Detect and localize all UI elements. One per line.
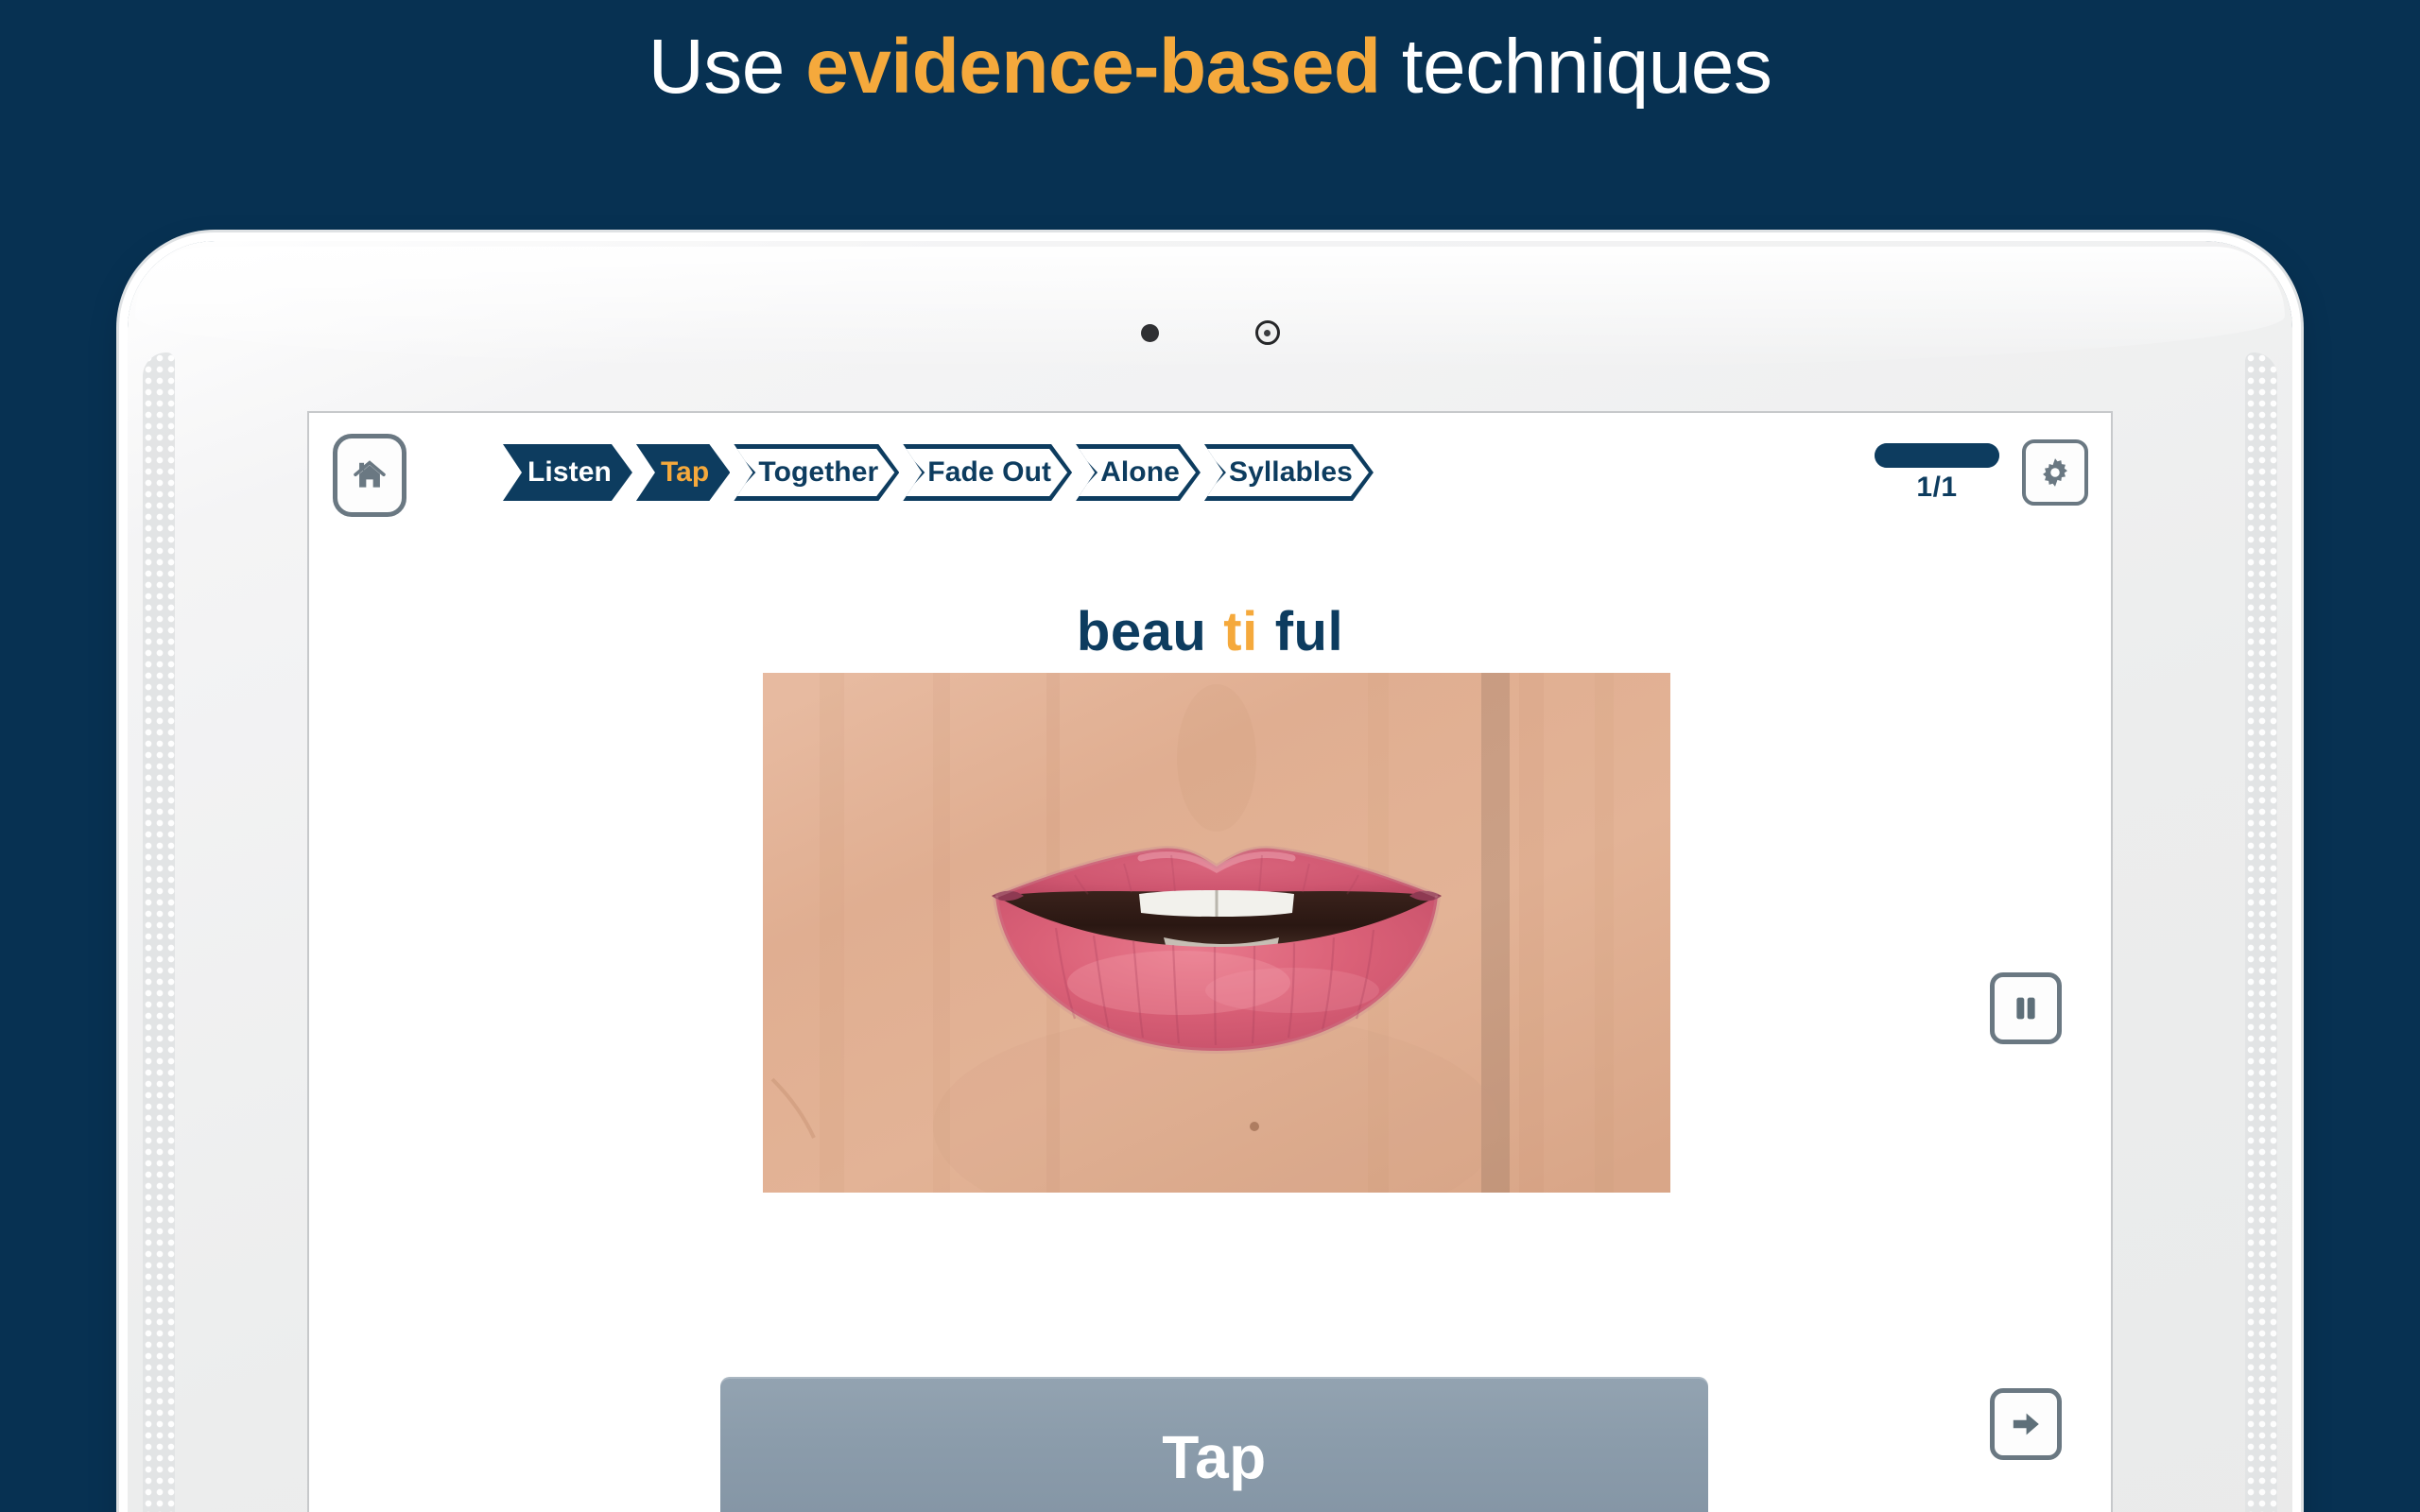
tablet-device: Listen Tap Together Fade Out Alone Sylla… [128,241,2292,1512]
headline-before: Use [648,24,806,110]
tap-action-label: Tap [1162,1423,1267,1491]
mouth-illustration [763,673,1670,1193]
breadcrumb-step-label: Alone [1100,456,1180,488]
speaker-grille-left [143,352,175,1512]
tablet-screen: Listen Tap Together Fade Out Alone Sylla… [307,411,2113,1512]
breadcrumb-step-label: Listen [527,456,612,488]
home-button[interactable] [333,434,406,517]
headline-after: techniques [1380,24,1772,110]
breadcrumb-step-label: Tap [660,456,710,488]
front-camera-icon [1254,320,1280,345]
breadcrumb-step-label: Fade Out [927,456,1052,488]
breadcrumb-step-listen[interactable]: Listen [503,444,632,501]
syllable-beau: beau [1076,601,1207,662]
arrow-right-icon [2009,1407,2043,1441]
breadcrumb: Listen Tap Together Fade Out Alone Sylla… [503,444,1374,501]
settings-button[interactable] [2022,439,2088,506]
breadcrumb-step-label: Together [758,456,879,488]
syllable-ful: ful [1274,601,1344,662]
breadcrumb-step-label: Syllables [1228,456,1353,488]
mic-dot-icon [1140,323,1159,342]
tablet-sensor-row [128,320,2292,345]
tap-action-button[interactable]: Tap [720,1377,1708,1512]
page-title: Use evidence-based techniques [0,24,2420,110]
breadcrumb-step-tap[interactable]: Tap [636,444,730,501]
breadcrumb-step-fade-out[interactable]: Fade Out [903,444,1072,501]
progress-bar-track [1875,443,1999,468]
gear-icon [2037,455,2073,490]
breadcrumb-step-syllables[interactable]: Syllables [1204,444,1374,501]
pause-icon [2010,992,2042,1024]
mouth-video[interactable] [763,673,1670,1193]
next-button[interactable] [1990,1388,2062,1460]
progress-bar-fill [1875,443,1999,468]
syllable-ti: ti [1223,601,1258,662]
breadcrumb-step-together[interactable]: Together [734,444,899,501]
app-top-bar: Listen Tap Together Fade Out Alone Sylla… [309,413,2111,545]
speaker-grille-right [2245,352,2277,1512]
progress-indicator: 1/1 [1875,443,1999,504]
target-word: beau ti ful [309,600,2111,663]
pause-button[interactable] [1990,972,2062,1044]
headline-accent: evidence-based [805,24,1381,110]
breadcrumb-step-alone[interactable]: Alone [1076,444,1201,501]
home-icon [348,454,391,497]
progress-count-label: 1/1 [1916,472,1958,503]
